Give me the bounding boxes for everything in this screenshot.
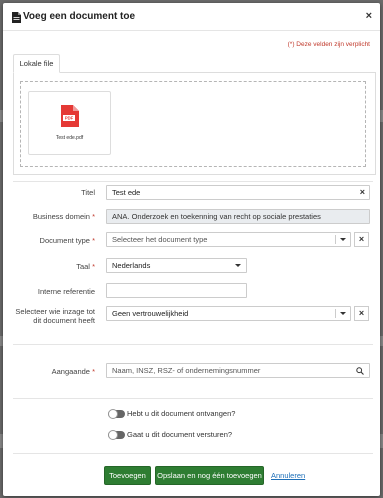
chevron-down-icon[interactable] xyxy=(340,238,346,241)
close-icon[interactable]: × xyxy=(366,11,372,22)
uploaded-file-card[interactable]: PDF Test ede.pdf xyxy=(28,91,111,155)
divider xyxy=(13,344,373,345)
taal-label: Taal * xyxy=(76,262,95,271)
inzage-select[interactable]: Geen vertrouwelijkheid xyxy=(106,306,351,321)
clear-inzage-button[interactable]: × xyxy=(354,306,369,321)
ontvangen-toggle-label: Hebt u dit document ontvangen? xyxy=(127,409,236,418)
interne-referentie-label: Interne referentie xyxy=(37,287,95,296)
add-document-modal: Voeg een document toe × (*) Deze velden … xyxy=(3,3,380,496)
toevoegen-button[interactable]: Toevoegen xyxy=(104,466,151,485)
file-dropzone[interactable]: PDF Test ede.pdf xyxy=(20,81,366,167)
chevron-down-icon[interactable] xyxy=(340,312,346,315)
divider xyxy=(13,453,373,454)
required-fields-note: (*) Deze velden zijn verplicht xyxy=(287,41,370,48)
file-name: Test ede.pdf xyxy=(55,135,84,141)
toggle-knob xyxy=(108,430,118,440)
inzage-label: Selecteer wie inzage tot dit document hee… xyxy=(15,307,95,325)
cancel-link[interactable]: Annuleren xyxy=(271,471,305,480)
interne-referentie-input[interactable] xyxy=(106,283,247,298)
save-and-add-another-button[interactable]: Opslaan en nog één toevoegen xyxy=(155,466,264,485)
modal-header: Voeg een document toe × xyxy=(3,3,380,31)
document-type-select[interactable]: Selecteer het document type xyxy=(106,232,351,247)
pdf-badge: PDF xyxy=(65,116,74,121)
titel-input[interactable]: Test ede × xyxy=(106,185,370,200)
taal-select[interactable]: Nederlands xyxy=(106,258,247,273)
divider xyxy=(13,398,373,399)
document-type-label: Document type * xyxy=(39,236,95,245)
pdf-file-icon: PDF xyxy=(61,105,79,127)
clear-document-type-button[interactable]: × xyxy=(354,232,369,247)
titel-label: Titel xyxy=(81,188,95,197)
document-icon xyxy=(12,12,21,23)
ontvangen-toggle[interactable] xyxy=(108,409,125,419)
business-domein-label: Business domein * xyxy=(32,212,95,221)
versturen-toggle-label: Gaat u dit document versturen? xyxy=(127,430,233,439)
aangaande-search-input[interactable]: Naam, INSZ, RSZ- of ondernemingsnummer xyxy=(106,363,370,378)
modal-title: Voeg een document toe xyxy=(23,11,136,22)
search-icon[interactable] xyxy=(356,367,364,375)
tab-lokale-file[interactable]: Lokale file xyxy=(13,54,60,73)
business-domein-field: ANA. Onderzoek en toekenning van recht o… xyxy=(106,209,370,224)
chevron-down-icon[interactable] xyxy=(235,264,241,267)
toggle-knob xyxy=(108,409,118,419)
aangaande-label: Aangaande * xyxy=(51,367,95,376)
versturen-toggle[interactable] xyxy=(108,430,125,440)
tab-panel: PDF Test ede.pdf xyxy=(13,72,376,175)
divider xyxy=(13,181,373,182)
clear-titel-icon[interactable]: × xyxy=(360,186,365,199)
